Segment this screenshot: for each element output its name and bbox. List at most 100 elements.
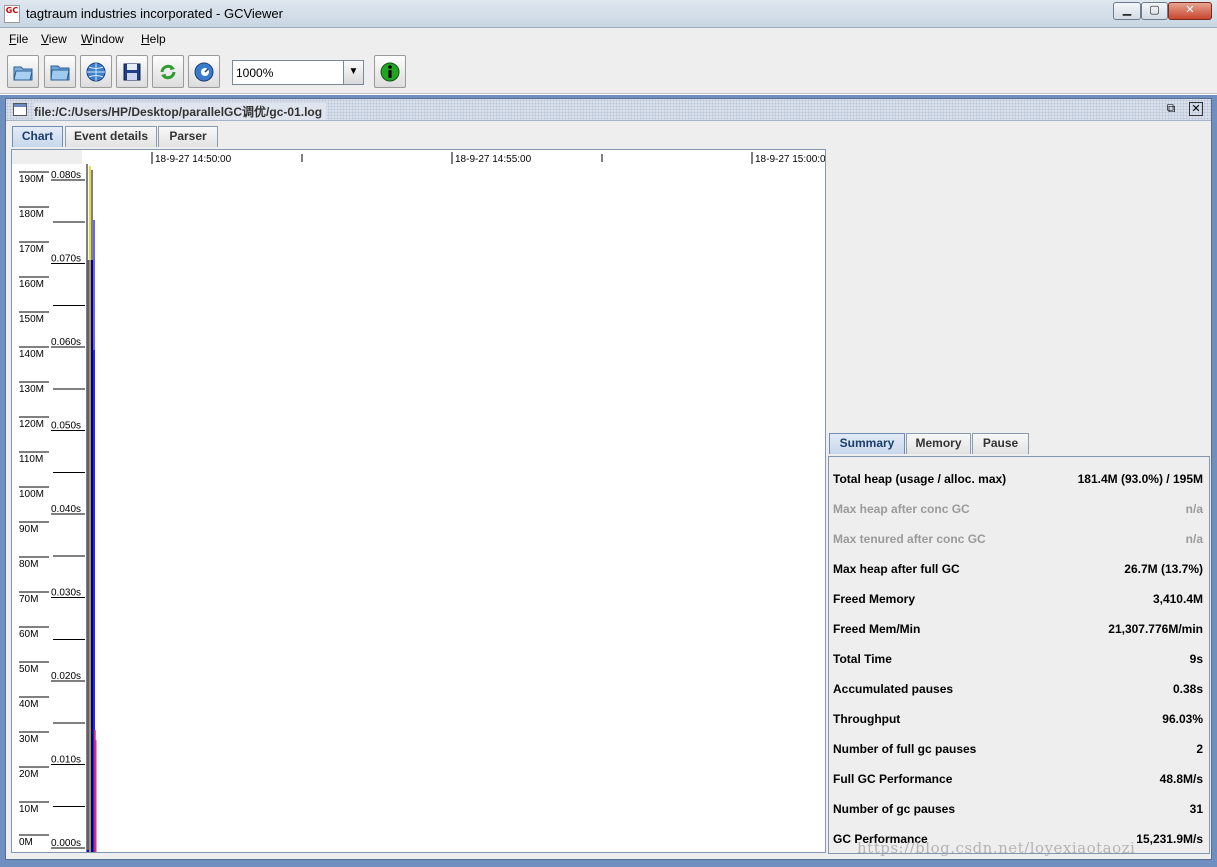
summary-value: 0.38s <box>1172 682 1203 696</box>
refresh-icon <box>160 64 176 79</box>
summary-label: Max tenured after conc GC <box>833 532 986 546</box>
tab-memory[interactable]: Memory <box>906 433 971 454</box>
pause-axis-label: 0.070s <box>51 254 81 265</box>
menu-view-mnemonic: V <box>41 32 49 46</box>
tab-chart[interactable]: Chart <box>12 126 63 147</box>
memory-axis-label: 90M <box>19 524 38 535</box>
open-folder-icon <box>50 65 70 80</box>
memory-axis-label: 100M <box>19 489 44 500</box>
memory-axis-label: 30M <box>19 734 38 745</box>
menu-window[interactable]: Window <box>81 32 124 46</box>
summary-label: Number of gc pauses <box>833 802 956 816</box>
memory-axis-label: 170M <box>19 244 44 255</box>
zoom-value: 1000% <box>236 66 274 80</box>
export-icon <box>123 63 141 80</box>
summary-label: Throughput <box>833 712 901 726</box>
open-file-button[interactable] <box>7 55 39 88</box>
summary-row: Full GC Performance 48.8M/s <box>829 764 1209 794</box>
summary-value: n/a <box>1185 532 1203 546</box>
tab-event-details[interactable]: Event details <box>65 126 157 147</box>
summary-value: 15,231.9M/s <box>1136 832 1203 846</box>
menu-view-label: iew <box>48 32 67 46</box>
tab-parser[interactable]: Parser <box>158 126 218 147</box>
maximize-button[interactable]: ▢ <box>1141 2 1168 20</box>
menu-help-label: elp <box>149 32 166 46</box>
window-title: tagtraum industries incorporated - GCVie… <box>26 6 283 21</box>
summary-row: Accumulated pauses 0.38s <box>829 674 1209 704</box>
summary-row: Max tenured after conc GC n/a <box>829 524 1209 554</box>
menu-window-label: indow <box>92 32 124 46</box>
open-url-icon <box>86 62 106 81</box>
summary-label: Full GC Performance <box>833 772 953 786</box>
gc-log-document-frame: file:/C:/Users/HP/Desktop/parallelGC调优/g… <box>5 98 1212 860</box>
summary-value: n/a <box>1185 502 1203 516</box>
export-button[interactable] <box>116 55 148 88</box>
pause-axis-label: 0.050s <box>51 421 81 432</box>
gcviewer-logo-icon: GC <box>4 5 20 23</box>
watch-icon <box>194 62 214 81</box>
open-file-icon <box>13 66 33 80</box>
menu-help[interactable]: Help <box>141 32 166 46</box>
memory-axis-label: 180M <box>19 209 44 220</box>
memory-axis-label: 130M <box>19 384 44 395</box>
memory-axis-label: 160M <box>19 279 44 290</box>
menu-window-mnemonic: W <box>81 32 93 46</box>
chart-panel[interactable]: 18-9-27 14:50:00 18-9-27 14:55:00 18-9-27 … <box>11 149 826 853</box>
summary-row: Number of gc pauses 31 <box>829 794 1209 824</box>
gc-chart: 18-9-27 14:50:00 18-9-27 14:55:00 18-9-27 … <box>12 150 825 852</box>
summary-label: Total heap (usage / alloc. max) <box>833 472 1007 486</box>
summary-label: Max heap after conc GC <box>833 502 970 516</box>
memory-axis-label: 110M <box>19 454 43 465</box>
minimize-button[interactable]: ▁ <box>1113 2 1141 20</box>
timeline-corner <box>12 150 82 164</box>
summary-value: 181.4M (93.0%) / 195M <box>1077 472 1203 486</box>
chevron-down-icon[interactable]: ▼ <box>343 61 363 84</box>
info-icon <box>380 62 400 81</box>
pause-axis-label: 0.060s <box>51 337 81 348</box>
summary-value: 2 <box>1196 742 1203 756</box>
pause-axis-label: 0.040s <box>51 504 81 515</box>
zoom-select[interactable]: 1000% ▼ <box>232 60 364 85</box>
pause-axis-label: 0.080s <box>51 170 81 181</box>
pause-axis-label: 0.000s <box>51 838 81 849</box>
memory-axis-label: 60M <box>19 629 38 640</box>
memory-axis-label: 50M <box>19 664 38 675</box>
timeline-label: 18-9-27 14:50:00 <box>155 154 232 165</box>
memory-axis-label: 70M <box>19 594 38 605</box>
summary-row: Max heap after full GC 26.7M (13.7%) <box>829 554 1209 584</box>
document-title-bar: file:/C:/Users/HP/Desktop/parallelGC调优/g… <box>6 99 1211 121</box>
memory-axis-label: 10M <box>19 804 38 815</box>
document-window-icon <box>13 103 27 116</box>
pause-axis-label: 0.030s <box>51 588 81 599</box>
summary-value: 48.8M/s <box>1159 772 1203 786</box>
summary-value: 21,307.776M/min <box>1108 622 1203 636</box>
timeline-label: 18-9-27 14:55:00 <box>455 154 532 165</box>
memory-axis-label: 20M <box>19 769 38 780</box>
about-button[interactable] <box>374 55 406 88</box>
open-folder-button[interactable] <box>44 55 76 88</box>
menu-file[interactable]: File <box>9 32 28 46</box>
watch-button[interactable] <box>188 55 220 88</box>
summary-label: Max heap after full GC <box>833 562 960 576</box>
open-url-button[interactable] <box>80 55 112 88</box>
summary-value: 9s <box>1189 652 1203 666</box>
menu-view[interactable]: View <box>41 32 67 46</box>
tab-summary[interactable]: Summary <box>829 433 905 454</box>
memory-axis-label: 40M <box>19 699 38 710</box>
summary-label: Freed Memory <box>833 592 916 606</box>
refresh-button[interactable] <box>152 55 184 88</box>
timeline-label: 18-9-27 15:00:0 <box>755 154 825 165</box>
close-document-button[interactable]: ✕ <box>1189 102 1203 116</box>
close-window-button[interactable]: ✕ <box>1168 2 1212 20</box>
summary-label: Freed Mem/Min <box>833 622 921 636</box>
restore-document-button[interactable]: ⧉ <box>1164 102 1178 116</box>
desktop-pane: file:/C:/Users/HP/Desktop/parallelGC调优/g… <box>0 95 1217 867</box>
memory-axis-label: 150M <box>19 314 44 325</box>
tab-pause[interactable]: Pause <box>972 433 1029 454</box>
summary-row: Throughput 96.03% <box>829 704 1209 734</box>
summary-value: 31 <box>1189 802 1203 816</box>
summary-value: 3,410.4M <box>1152 592 1203 606</box>
pause-axis-label: 0.020s <box>51 671 81 682</box>
pause-axis-label: 0.010s <box>51 755 81 766</box>
summary-value: 96.03% <box>1162 712 1203 726</box>
